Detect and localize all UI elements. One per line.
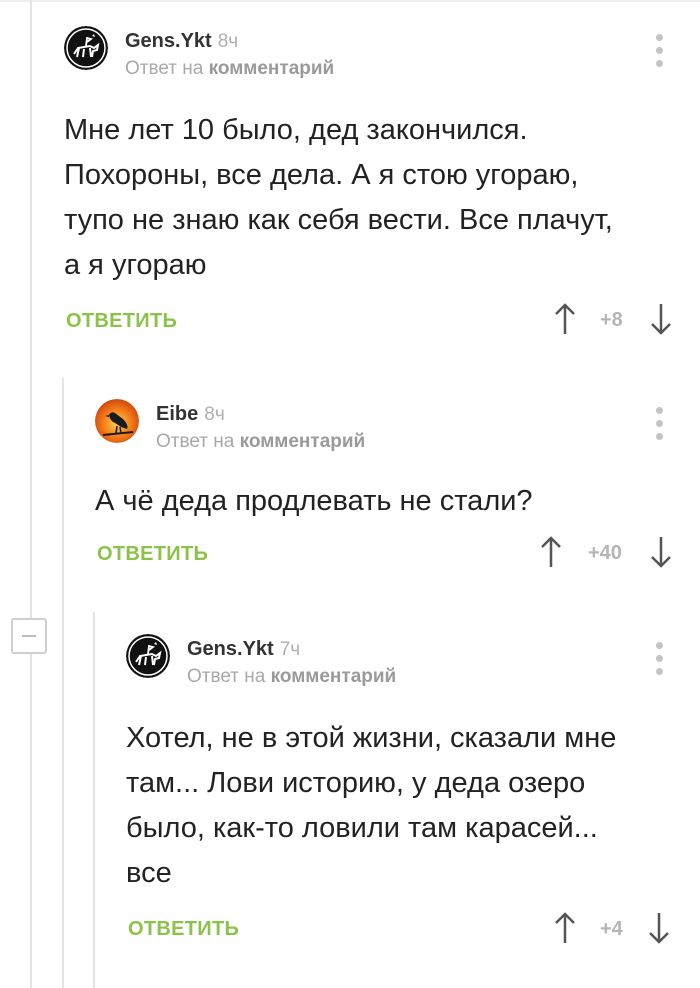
top-divider <box>0 0 700 2</box>
reply-to-label: Ответ на комментарий <box>156 431 366 452</box>
comment-time: 7ч <box>279 639 301 660</box>
vote-score: +40 <box>588 542 622 564</box>
upvote-arrow-icon[interactable] <box>554 911 576 945</box>
vote-controls: +8 <box>554 302 684 336</box>
comment-author[interactable]: Gens.Ykt 8ч <box>125 30 238 53</box>
comment-author[interactable]: Gens.Ykt 7ч <box>187 638 300 661</box>
vote-score: +8 <box>600 309 623 331</box>
reply-to-label: Ответ на комментарий <box>187 666 397 687</box>
downvote-arrow-icon[interactable] <box>648 911 670 945</box>
comment-author[interactable]: Eibe 8ч <box>156 403 225 426</box>
comment: Gens.Ykt 8ч Ответ на комментарий Мне лет … <box>64 26 684 346</box>
comment-time: 8ч <box>204 404 225 425</box>
reply-to-link[interactable]: комментарий <box>209 58 335 79</box>
upvote-arrow-icon[interactable] <box>554 302 576 336</box>
downvote-arrow-icon[interactable] <box>650 302 672 336</box>
comment-body: Мне лет 10 было, дед закончился. Похорон… <box>64 114 613 281</box>
thread-line-level-1 <box>62 378 64 988</box>
vote-score: +4 <box>600 918 623 940</box>
collapse-thread-button[interactable] <box>11 618 47 654</box>
reply-button[interactable]: ОТВЕТИТЬ <box>97 543 208 566</box>
vote-controls: +4 <box>554 911 684 945</box>
comment-body: А чё деда продлевать не стали? <box>95 485 533 517</box>
comment-menu-icon[interactable] <box>655 407 663 443</box>
downvote-arrow-icon[interactable] <box>650 535 672 569</box>
comment-time: 8ч <box>217 31 239 52</box>
comment-menu-icon[interactable] <box>655 34 663 70</box>
upvote-arrow-icon[interactable] <box>540 535 562 569</box>
thread-line-level-2 <box>93 612 95 988</box>
comment: Eibe 8ч Ответ на комментарий А чё деда пр… <box>95 399 685 579</box>
avatar[interactable] <box>126 634 170 678</box>
avatar[interactable] <box>95 399 139 443</box>
comment-menu-icon[interactable] <box>655 642 663 678</box>
reply-to-label: Ответ на комментарий <box>125 58 335 79</box>
reply-button[interactable]: ОТВЕТИТЬ <box>66 310 177 333</box>
rider-logo-icon <box>64 26 108 70</box>
comment-body: Хотел, не в этой жизни, сказали мне там.… <box>126 722 617 889</box>
reply-button[interactable]: ОТВЕТИТЬ <box>128 918 239 941</box>
vote-controls: +40 <box>540 535 685 569</box>
avatar[interactable] <box>64 26 108 70</box>
comment: Gens.Ykt 7ч Ответ на комментарий Хотел, н… <box>126 634 686 964</box>
thread-line-level-0 <box>30 0 32 988</box>
reply-to-link[interactable]: комментарий <box>271 666 397 687</box>
reply-to-link[interactable]: комментарий <box>240 431 366 452</box>
rider-logo-icon <box>126 634 170 678</box>
bird-sunset-icon <box>95 399 139 443</box>
